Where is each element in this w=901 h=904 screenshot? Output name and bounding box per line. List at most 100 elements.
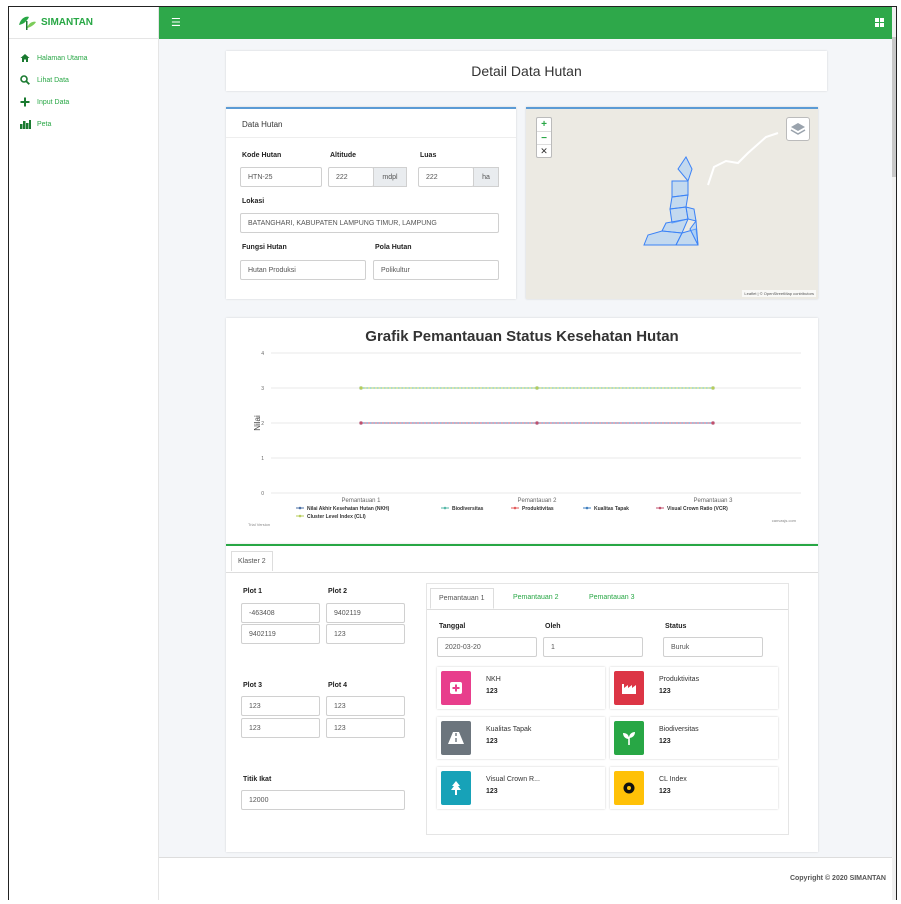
info-box-nkh[interactable]: NKH 123 (437, 667, 605, 709)
map-canvas[interactable] (526, 109, 818, 299)
info-box-biodiversitas[interactable]: Biodiversitas 123 (610, 717, 778, 759)
tab-pemantauan-3[interactable]: Pemantauan 3 (581, 588, 643, 607)
plot3-b-field[interactable]: 123 (241, 718, 320, 738)
info-box-value: 123 (486, 738, 498, 745)
luas-field[interactable]: 222 (418, 167, 474, 187)
y-tick-label: 3 (261, 386, 264, 392)
sidebar-item-halaman-utama[interactable]: Halaman Utama (9, 47, 158, 69)
legend-entry: Visual Crown Ratio (VCR) (667, 506, 728, 512)
plot1-label: Plot 1 (243, 588, 263, 595)
plot2-a-field[interactable]: 9402119 (326, 603, 405, 623)
plot4-b-field[interactable]: 123 (326, 718, 405, 738)
factory-icon (614, 671, 644, 705)
fullscreen-button[interactable]: ✕ (537, 144, 551, 157)
oleh-field[interactable]: 1 (543, 637, 643, 657)
x-tick-label: Pemantauan 3 (693, 498, 733, 504)
legend-entry: Nilai Akhir Kesehatan Hutan (NKH) (307, 506, 390, 512)
tab-klaster-2[interactable]: Klaster 2 (231, 551, 273, 571)
sidebar-item-label: Lihat Data (37, 76, 69, 84)
info-box-title: Kualitas Tapak (486, 726, 532, 733)
legend-entry: Kualitas Tapak (594, 506, 629, 512)
legend-entry: Biodiversitas (452, 506, 484, 512)
hamburger-menu-icon[interactable]: ☰ (171, 16, 181, 29)
topbar: ☰ (159, 7, 896, 39)
pola-hutan-field[interactable]: Polikultur (373, 260, 499, 280)
copyright-text: Copyright © 2020 SIMANTAN (789, 875, 886, 882)
map-zoom-control[interactable]: + − ✕ (536, 117, 552, 158)
status-field[interactable]: Buruk (663, 637, 763, 657)
pola-hutan-label: Pola Hutan (375, 244, 412, 251)
forest-polygon (643, 156, 699, 246)
altitude-unit: mdpl (373, 167, 407, 187)
chart-svg: 01234Pemantauan 1 Pemantauan 2 Pemantauan … (248, 351, 801, 527)
info-box-visual-crown-ratio[interactable]: Visual Crown R... 123 (437, 767, 605, 809)
info-box-value: 123 (659, 688, 671, 695)
sidebar-item-label: Input Data (37, 98, 70, 106)
y-tick-label: 4 (261, 351, 264, 357)
plot4-a-field[interactable]: 123 (326, 696, 405, 716)
sidebar-item-label: Peta (37, 120, 52, 128)
plot3-label: Plot 3 (243, 682, 263, 689)
sidebar: SIMANTAN Halaman Utama Lihat Data Input … (9, 7, 159, 900)
plot1-a-field[interactable]: -463408 (241, 603, 320, 623)
x-tick-label: Pemantauan 1 (341, 498, 381, 504)
data-hutan-header: Data Hutan (226, 109, 516, 138)
zoom-out-button[interactable]: − (537, 131, 551, 144)
status-label: Status (665, 623, 687, 630)
map-card[interactable]: + − ✕ Leaflet | © OpenStreetMap contribu… (526, 107, 818, 299)
layers-button[interactable] (786, 117, 810, 141)
tanggal-field[interactable]: 2020-03-20 (437, 637, 537, 657)
legend-marker (443, 506, 447, 510)
apps-grid-icon[interactable] (875, 18, 884, 27)
info-box-value: 123 (659, 738, 671, 745)
info-box-kualitas-tapak[interactable]: Kualitas Tapak 123 (437, 717, 605, 759)
main-content: Detail Data Hutan Data Hutan Kode Hutan … (159, 39, 896, 900)
map-attribution[interactable]: Leaflet | © OpenStreetMap contributors (742, 290, 816, 297)
info-box-value: 123 (659, 788, 671, 795)
fungsi-hutan-field[interactable]: Hutan Produksi (240, 260, 366, 280)
search-icon (19, 74, 31, 86)
zoom-in-button[interactable]: + (537, 118, 551, 131)
plot1-b-field[interactable]: 9402119 (241, 624, 320, 644)
plot3-a-field[interactable]: 123 (241, 696, 320, 716)
altitude-field[interactable]: 222 (328, 167, 374, 187)
tab-pemantauan-2[interactable]: Pemantauan 2 (505, 588, 567, 607)
kode-hutan-label: Kode Hutan (242, 152, 282, 159)
data-point (359, 421, 363, 425)
chart-card: Grafik Pemantauan Status Kesehatan Hutan… (226, 318, 818, 544)
info-box-produktivitas[interactable]: Produktivitas 123 (610, 667, 778, 709)
tab-pemantauan-1[interactable]: Pemantauan 1 (430, 588, 494, 609)
info-box-cl-index[interactable]: CL Index 123 (610, 767, 778, 809)
plot2-label: Plot 2 (328, 588, 348, 595)
tree-icon (441, 771, 471, 805)
info-box-title: Visual Crown R... (486, 776, 540, 783)
legend-marker (298, 506, 302, 510)
map-icon (19, 118, 31, 130)
app-frame: SIMANTAN Halaman Utama Lihat Data Input … (8, 6, 897, 900)
sidebar-item-label: Halaman Utama (37, 54, 88, 62)
legend-marker (298, 514, 302, 518)
altitude-label: Altitude (330, 152, 357, 159)
plot2-b-field[interactable]: 123 (326, 624, 405, 644)
data-point (359, 386, 363, 390)
scrollbar[interactable] (892, 7, 896, 900)
data-point (711, 421, 715, 425)
info-box-title: Produktivitas (659, 676, 700, 683)
brand[interactable]: SIMANTAN (9, 7, 158, 39)
kode-hutan-field[interactable]: HTN-25 (240, 167, 322, 187)
brand-name: SIMANTAN (41, 17, 94, 28)
data-point (535, 386, 539, 390)
sidebar-item-input-data[interactable]: Input Data (9, 91, 158, 113)
sidebar-item-peta[interactable]: Peta (9, 113, 158, 135)
oleh-label: Oleh (545, 623, 561, 630)
titik-ikat-field[interactable]: 12000 (241, 790, 405, 810)
lokasi-field[interactable]: BATANGHARI, KABUPATEN LAMPUNG TIMUR, LAM… (240, 213, 499, 233)
klaster-card: Klaster 2 Plot 1 Plot 2 -463408 9402119 … (226, 544, 818, 852)
sidebar-item-lihat-data[interactable]: Lihat Data (9, 69, 158, 91)
page-title: Detail Data Hutan (471, 63, 582, 79)
info-box-value: 123 (486, 688, 498, 695)
data-hutan-card: Data Hutan Kode Hutan Altitude Luas HTN-… (226, 107, 516, 299)
legend-entry: Produktivitas (522, 506, 554, 512)
page-title-card: Detail Data Hutan (226, 51, 827, 91)
luas-label: Luas (420, 152, 437, 159)
